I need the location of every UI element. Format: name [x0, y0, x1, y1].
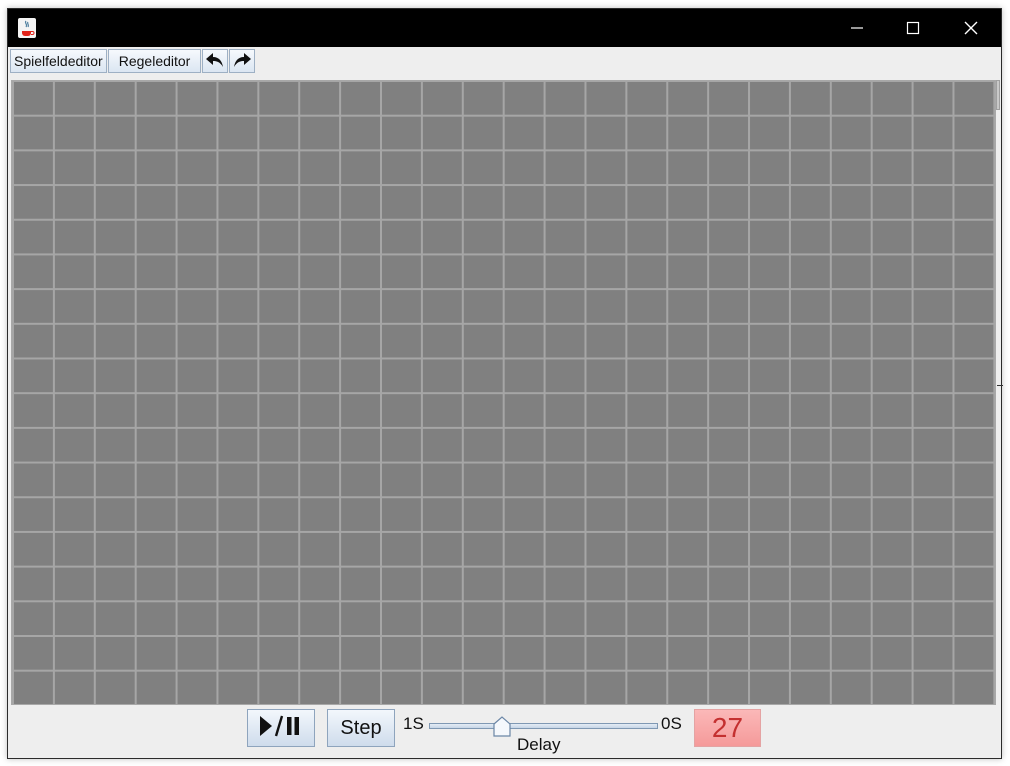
counter-value: 27	[711, 712, 744, 743]
toolbar: Spielfeldeditor Regeleditor	[10, 49, 256, 75]
play-pause-icon	[257, 714, 305, 743]
minimize-button[interactable]	[829, 9, 885, 47]
regeleditor-button[interactable]: Regeleditor	[107, 49, 202, 73]
title-bar	[8, 9, 1001, 47]
spielfeldeditor-label: Spielfeldeditor	[14, 53, 103, 69]
undo-arrow-icon	[205, 51, 225, 72]
spielfeldeditor-button[interactable]: Spielfeldeditor	[10, 49, 107, 73]
control-bar: Step 1S 0S Delay 27	[8, 708, 1001, 758]
slider-min-label: 1S	[403, 714, 424, 733]
delay-slider[interactable]	[429, 723, 658, 729]
maximize-icon	[906, 21, 920, 35]
delay-slider-thumb[interactable]	[492, 716, 512, 738]
delay-caption: Delay	[517, 735, 561, 754]
scrollbar-thumb[interactable]	[996, 80, 1000, 110]
minimize-icon	[850, 21, 864, 35]
redo-button[interactable]	[229, 49, 256, 73]
redo-arrow-icon	[232, 51, 252, 72]
close-icon	[963, 20, 979, 36]
regeleditor-label: Regeleditor	[118, 53, 191, 69]
java-coffee-icon	[18, 18, 36, 38]
slider-max-label: 0S	[661, 714, 682, 733]
app-window: Spielfeldeditor Regeleditor Step 1S 0S D…	[7, 8, 1003, 759]
step-label: Step	[340, 716, 382, 739]
divider-tick	[997, 385, 1003, 386]
play-pause-button[interactable]	[247, 709, 315, 747]
generation-counter: 27	[694, 709, 761, 747]
undo-button[interactable]	[202, 49, 229, 73]
step-button[interactable]: Step	[327, 709, 395, 747]
maximize-button[interactable]	[885, 9, 941, 47]
game-board-grid[interactable]	[11, 80, 996, 705]
close-button[interactable]	[943, 9, 999, 47]
